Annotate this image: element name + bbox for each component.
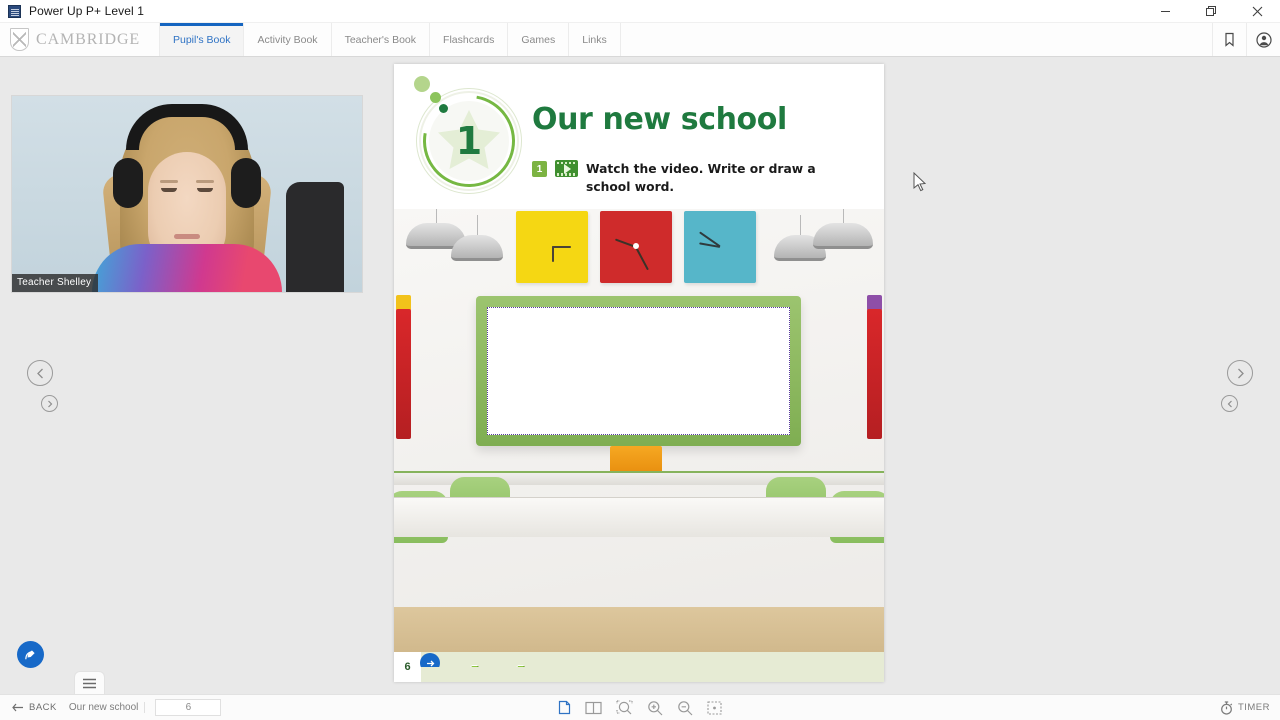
maximize-restore-button[interactable] xyxy=(1188,0,1234,23)
pillar-left xyxy=(396,309,411,439)
chair-shape xyxy=(286,182,344,292)
zoom-out-button[interactable] xyxy=(677,700,693,716)
brand-name: CAMBRIDGE xyxy=(36,30,141,48)
bottom-toolbar: BACK Our new school 6 TIMER xyxy=(0,694,1280,720)
tab-activity-book[interactable]: Activity Book xyxy=(244,23,332,56)
zoom-in-button[interactable] xyxy=(647,700,663,716)
unit-title: Our new school xyxy=(532,102,787,137)
timer-button[interactable]: TIMER xyxy=(1220,700,1270,715)
app-header: CAMBRIDGE Pupil's Book Activity Book Tea… xyxy=(0,23,1280,57)
close-button[interactable] xyxy=(1234,0,1280,23)
whiteboard-answer-area[interactable] xyxy=(487,307,790,435)
mission-wordmark: mission xyxy=(436,660,569,667)
participant-name-label: Teacher Shelley xyxy=(12,274,99,292)
main-tabs: Pupil's Book Activity Book Teacher's Boo… xyxy=(160,23,621,56)
unit-badge: 1 xyxy=(402,70,534,206)
board-stand xyxy=(610,446,662,472)
page-header: 1 Our new school 1 Watch the video. Writ… xyxy=(394,64,884,209)
whiteboard-frame[interactable] xyxy=(476,296,801,446)
mission-audio-button[interactable] xyxy=(420,653,440,667)
tab-label: Flashcards xyxy=(443,33,495,46)
app-icon xyxy=(8,4,21,18)
page-footer-band: 6 xyxy=(394,652,884,682)
mouse-cursor xyxy=(913,172,927,192)
tab-label: Teacher's Book xyxy=(344,33,417,46)
minimize-button[interactable] xyxy=(1142,0,1188,23)
activity-instruction: Watch the video. Write or draw a school … xyxy=(586,162,816,195)
page-number: 6 xyxy=(394,652,421,682)
tab-links[interactable]: Links xyxy=(569,23,621,56)
collapse-right-panel-button[interactable] xyxy=(1221,395,1238,412)
tools-drawer-handle[interactable] xyxy=(74,671,105,695)
activity-number: 1 xyxy=(532,161,547,177)
single-page-view-button[interactable] xyxy=(558,700,571,715)
fit-page-button[interactable] xyxy=(707,700,722,715)
back-button-label: BACK xyxy=(29,702,57,713)
pen-tool-button[interactable] xyxy=(17,641,44,668)
window-title: Power Up P+ Level 1 xyxy=(29,4,144,18)
double-page-view-button[interactable] xyxy=(585,701,602,715)
mouth-shape xyxy=(174,234,200,239)
page-number-input[interactable]: 6 xyxy=(155,699,222,716)
shirt-shape xyxy=(92,244,282,292)
crest-icon xyxy=(10,28,29,51)
tab-label: Links xyxy=(582,33,607,46)
current-page-title: Our new school xyxy=(69,702,146,713)
expand-left-panel-button[interactable] xyxy=(41,395,58,412)
headphone-cup-left xyxy=(113,158,143,208)
next-page-button[interactable] xyxy=(1227,360,1253,386)
eyebrow-right xyxy=(196,180,214,183)
bookmark-icon[interactable] xyxy=(1212,23,1246,56)
page-number-value: 6 xyxy=(185,702,192,713)
wall-clock-red xyxy=(600,211,672,283)
pillar-right xyxy=(867,309,882,439)
unit-number: 1 xyxy=(455,119,483,163)
badge-dot-large xyxy=(414,76,430,92)
tab-games[interactable]: Games xyxy=(508,23,570,56)
header-actions xyxy=(1212,23,1280,56)
tab-label: Pupil's Book xyxy=(173,33,231,46)
wall-clock-yellow xyxy=(516,211,588,283)
video-icon[interactable] xyxy=(555,160,578,177)
tab-teachers-book[interactable]: Teacher's Book xyxy=(331,23,431,56)
workspace: Teacher Shelley 1 Our new school 1 Watch… xyxy=(0,57,1280,695)
desk-row-front xyxy=(394,497,884,537)
eye-right xyxy=(197,188,213,192)
previous-page-button[interactable] xyxy=(27,360,53,386)
headphone-cup-right xyxy=(231,158,261,208)
tab-pupils-book[interactable]: Pupil's Book xyxy=(160,23,245,56)
badge-dot-small xyxy=(439,104,448,113)
tab-flashcards[interactable]: Flashcards xyxy=(430,23,509,56)
book-page[interactable]: 1 Our new school 1 Watch the video. Writ… xyxy=(394,64,884,682)
webcam-video-panel[interactable]: Teacher Shelley xyxy=(11,95,363,293)
account-icon[interactable] xyxy=(1246,23,1280,56)
back-button[interactable]: BACK xyxy=(12,702,57,713)
eye-left xyxy=(161,188,177,192)
view-tools xyxy=(558,699,722,716)
activity-instruction-row: 1 Watch the video. Write or draw a schoo… xyxy=(532,160,816,196)
wall-clock-blue xyxy=(684,211,756,283)
window-controls xyxy=(1142,0,1280,23)
zoom-area-button[interactable] xyxy=(616,699,633,716)
window-titlebar: Power Up P+ Level 1 xyxy=(0,0,1280,23)
cambridge-logo: CAMBRIDGE xyxy=(0,23,160,56)
classroom-illustration: Make our classroom English mission In th… xyxy=(394,209,884,667)
tab-label: Games xyxy=(521,33,556,46)
badge-dot-medium xyxy=(430,92,441,103)
tab-label: Activity Book xyxy=(257,33,318,46)
eyebrow-left xyxy=(160,180,178,183)
timer-label: TIMER xyxy=(1237,702,1270,713)
